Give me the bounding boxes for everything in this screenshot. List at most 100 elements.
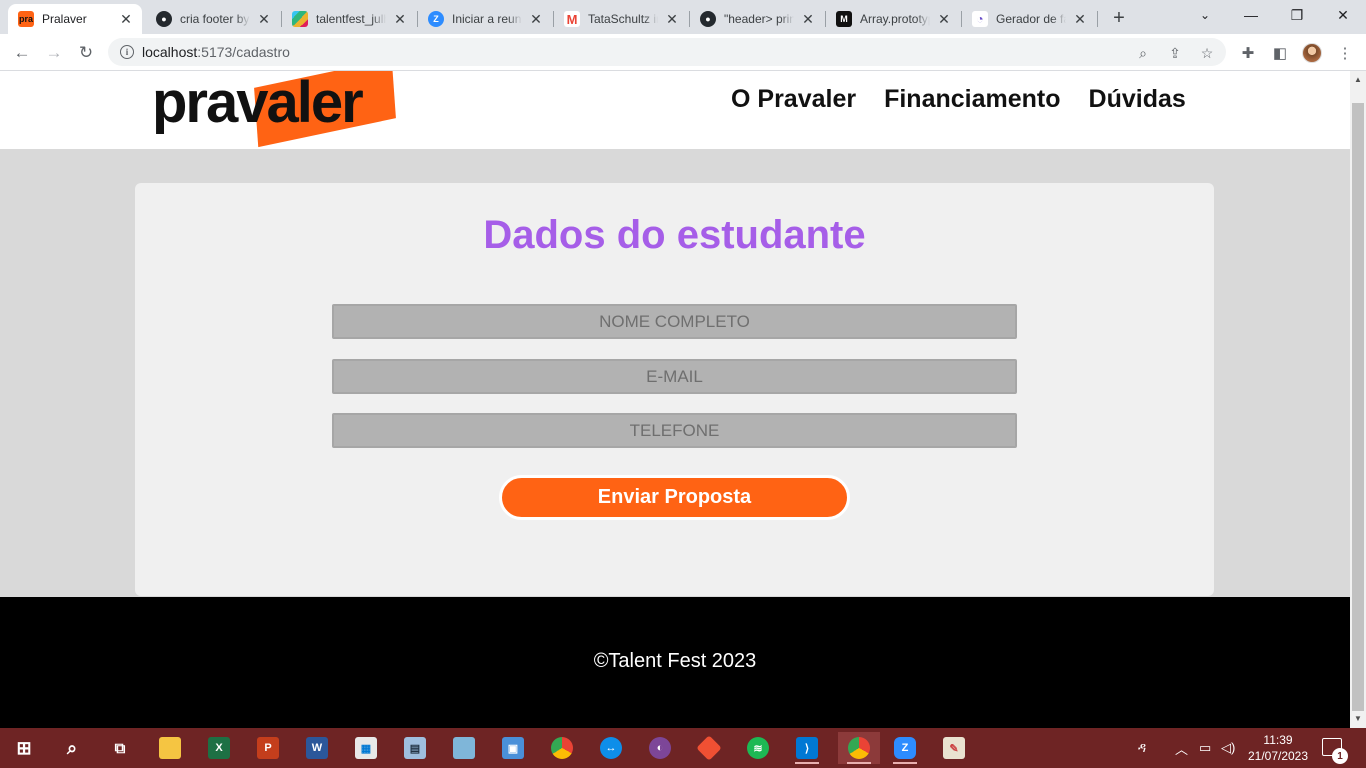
- chrome-profile-icon: [848, 737, 870, 759]
- teamviewer-icon: ↔: [600, 737, 622, 759]
- email-input[interactable]: [332, 359, 1017, 394]
- phone-input[interactable]: [332, 413, 1017, 448]
- form-title: Dados do estudante: [483, 213, 866, 257]
- share-icon[interactable]: ⇪: [1166, 44, 1184, 62]
- extensions-puzzle-icon[interactable]: ✚: [1237, 42, 1259, 64]
- tab-github-header[interactable]: ● "header> prin ✕: [690, 4, 824, 34]
- minimize-button[interactable]: —: [1228, 0, 1274, 30]
- reload-icon[interactable]: ↻: [72, 39, 100, 67]
- pravaler-favicon-icon: pra: [18, 11, 34, 27]
- new-tab-button[interactable]: +: [1106, 6, 1132, 30]
- show-hidden-icons-icon[interactable]: ︿: [1175, 728, 1188, 768]
- scroll-down-arrow-icon[interactable]: ▼: [1354, 714, 1362, 723]
- url-path: :5173/cadastro: [197, 44, 290, 60]
- control-panel-icon: ▣: [502, 737, 524, 759]
- address-bar[interactable]: i localhost:5173/cadastro ⌕ ⇪ ☆: [108, 38, 1226, 66]
- word-icon: W: [306, 737, 328, 759]
- notification-badge: 1: [1332, 748, 1348, 764]
- tab-gmail[interactable]: M TataSchultz in ✕: [554, 4, 688, 34]
- close-tab-icon[interactable]: ✕: [936, 11, 952, 27]
- close-tab-icon[interactable]: ✕: [392, 11, 408, 27]
- submit-proposal-button[interactable]: Enviar Proposta: [499, 475, 850, 520]
- taskbar-chrome-active[interactable]: [838, 732, 880, 764]
- taskbar-control-panel[interactable]: ▣: [495, 732, 531, 764]
- taskbar-file-explorer[interactable]: [152, 732, 188, 764]
- tab-zoom[interactable]: Z Iniciar a reuni ✕: [418, 4, 552, 34]
- powerpoint-icon: P: [257, 737, 279, 759]
- nav-link-financiamento[interactable]: Financiamento: [884, 85, 1060, 114]
- tab-search-icon[interactable]: ⌄: [1182, 0, 1228, 30]
- taskbar-teamviewer[interactable]: ↔: [593, 732, 629, 764]
- taskbar-store[interactable]: ▦: [348, 732, 384, 764]
- profile-avatar[interactable]: [1302, 43, 1322, 63]
- taskbar-excel[interactable]: X: [201, 732, 237, 764]
- people-icon[interactable]: ዳ: [1138, 728, 1146, 768]
- tab-title: Pralaver: [42, 12, 87, 26]
- page-scrollbar[interactable]: ▲ ▼: [1350, 71, 1366, 728]
- taskbar-word[interactable]: W: [299, 732, 335, 764]
- taskbar-calculator[interactable]: ▤: [397, 732, 433, 764]
- close-tab-icon[interactable]: ✕: [800, 11, 816, 27]
- tab-pralaver[interactable]: pra Pralaver ✕: [8, 4, 142, 34]
- taskbar-powerpoint[interactable]: P: [250, 732, 286, 764]
- clock-date: 21/07/2023: [1247, 749, 1309, 763]
- taskbar-chrome[interactable]: [544, 732, 580, 764]
- volume-icon[interactable]: ◁): [1221, 728, 1235, 768]
- taskbar-paint[interactable]: ✎: [936, 732, 972, 764]
- github-icon: ●: [156, 11, 172, 27]
- close-tab-icon[interactable]: ✕: [256, 11, 272, 27]
- tab-title: cria footer by: [180, 12, 250, 26]
- scrollbar-thumb[interactable]: [1352, 103, 1364, 711]
- site-info-icon[interactable]: i: [120, 45, 134, 59]
- side-panel-icon[interactable]: ◧: [1269, 42, 1291, 64]
- tab-separator: [1097, 11, 1098, 27]
- forward-arrow-icon[interactable]: →: [40, 39, 68, 67]
- tab-title: TataSchultz in: [588, 12, 658, 26]
- taskbar-vscode[interactable]: ⟩: [789, 732, 825, 764]
- nav-link-duvidas[interactable]: Dúvidas: [1089, 85, 1186, 114]
- git-icon: [696, 735, 722, 761]
- restore-button[interactable]: ❐: [1274, 0, 1320, 30]
- tab-mdn[interactable]: M Array.prototyp ✕: [826, 4, 960, 34]
- close-tab-icon[interactable]: ✕: [664, 11, 680, 27]
- back-arrow-icon[interactable]: ←: [8, 39, 36, 67]
- close-tab-icon[interactable]: ✕: [528, 11, 544, 27]
- mdn-icon: M: [836, 11, 852, 27]
- taskbar-git[interactable]: [691, 732, 727, 764]
- close-window-button[interactable]: ✕: [1320, 0, 1366, 30]
- task-view-button[interactable]: ⧉: [102, 732, 138, 764]
- start-button[interactable]: ⊞: [6, 732, 42, 764]
- browser-tab-strip: pra Pralaver ✕ ● cria footer by ✕ talent…: [0, 0, 1366, 34]
- page-viewport: pravaler O Pravaler Financiamento Dúvida…: [0, 71, 1350, 728]
- site-header: pravaler O Pravaler Financiamento Dúvida…: [0, 71, 1350, 149]
- tab-title: "header> prin: [724, 12, 794, 26]
- tab-title: Iniciar a reuni: [452, 12, 522, 26]
- scroll-up-arrow-icon[interactable]: ▲: [1354, 75, 1362, 84]
- tab-title: Array.prototyp: [860, 12, 930, 26]
- windows-logo-icon: ⊞: [16, 737, 32, 758]
- nav-link-o-pravaler[interactable]: O Pravaler: [731, 85, 856, 114]
- excel-icon: X: [208, 737, 230, 759]
- task-view-icon: ⧉: [114, 739, 126, 757]
- taskbar-tor[interactable]: ◐: [642, 732, 678, 764]
- full-name-input[interactable]: [332, 304, 1017, 339]
- chrome-menu-icon[interactable]: ⋮: [1334, 42, 1356, 64]
- bookmark-star-icon[interactable]: ☆: [1198, 44, 1216, 62]
- gmail-icon: M: [564, 11, 580, 27]
- taskbar-zoom[interactable]: Z: [887, 732, 923, 764]
- close-tab-icon[interactable]: ✕: [1072, 11, 1088, 27]
- browser-toolbar: ← → ↻ i localhost:5173/cadastro ⌕ ⇪ ☆ ✚ …: [0, 34, 1366, 71]
- tab-gerador[interactable]: ◔ Gerador de fa ✕: [962, 4, 1096, 34]
- taskbar-app-notes[interactable]: [446, 732, 482, 764]
- battery-icon[interactable]: ▭: [1199, 728, 1211, 768]
- close-tab-icon[interactable]: ✕: [118, 11, 134, 27]
- zoom-icon: Z: [894, 737, 916, 759]
- search-button[interactable]: ⌕: [54, 732, 90, 764]
- taskbar-spotify[interactable]: ≋: [740, 732, 776, 764]
- running-indicator: [795, 762, 819, 764]
- tab-slack[interactable]: talentfest_julh ✕: [282, 4, 416, 34]
- zoom-magnifier-icon[interactable]: ⌕: [1134, 44, 1152, 62]
- pravaler-logo[interactable]: pravaler: [152, 71, 404, 148]
- system-clock[interactable]: 11:39 21/07/2023: [1240, 732, 1316, 764]
- tab-github-footer[interactable]: ● cria footer by ✕: [146, 4, 280, 34]
